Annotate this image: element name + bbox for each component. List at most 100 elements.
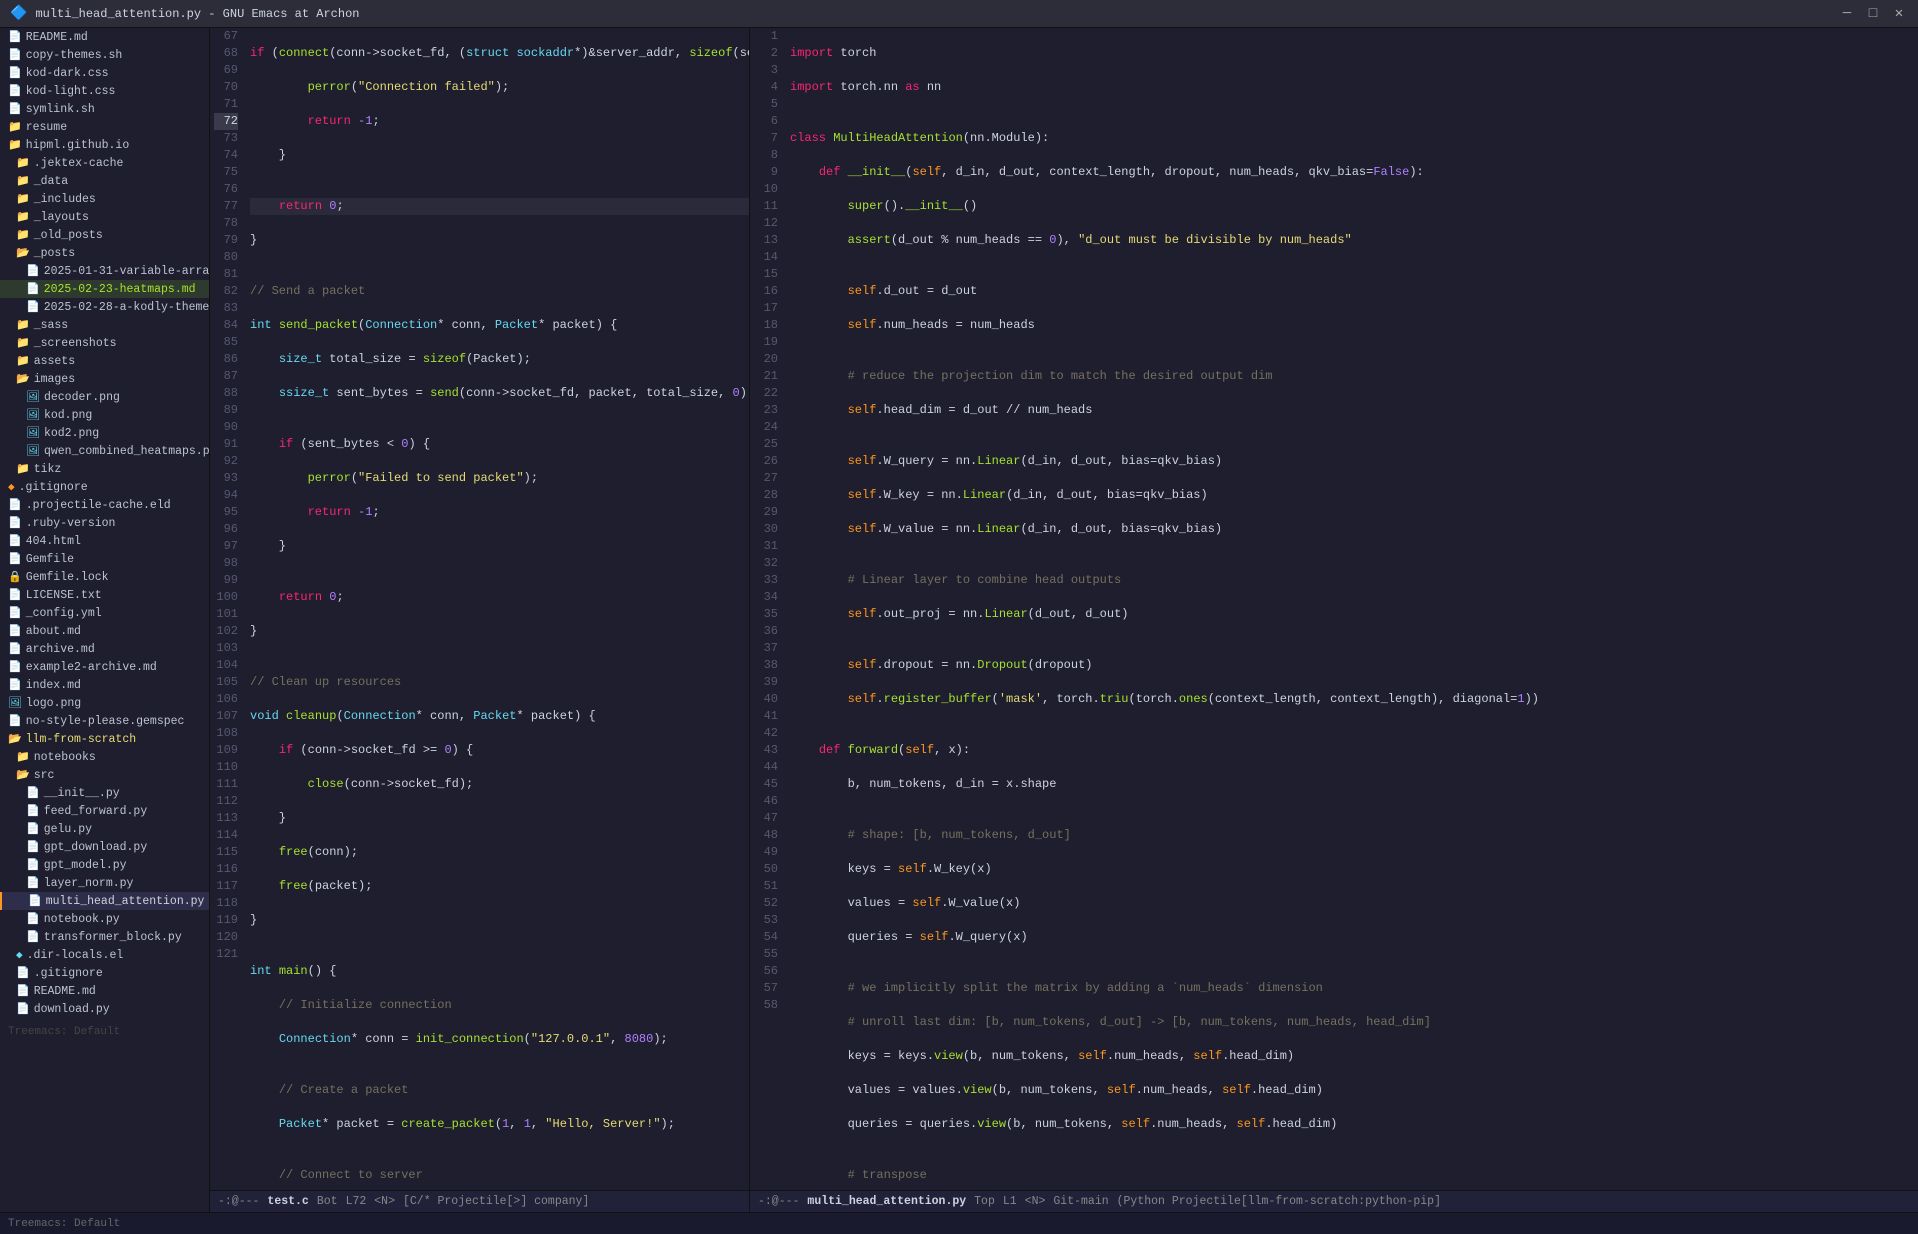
folder-icon: 📁 bbox=[8, 138, 22, 152]
maximize-button[interactable]: □ bbox=[1864, 5, 1882, 23]
file-icon: 📄 bbox=[26, 822, 40, 836]
file-icon: 📄 bbox=[16, 1002, 30, 1016]
sidebar-item-data[interactable]: 📁 _data bbox=[0, 172, 209, 190]
sidebar-item-about[interactable]: 📄 about.md bbox=[0, 622, 209, 640]
sidebar-item-posts[interactable]: 📂 _posts bbox=[0, 244, 209, 262]
left-pane[interactable]: 6768697071 72 73747576777879 80818283848… bbox=[210, 28, 750, 1212]
file-icon: 📄 bbox=[26, 300, 40, 314]
close-button[interactable]: ✕ bbox=[1890, 5, 1908, 23]
titlebar-left: 🔷 multi_head_attention.py - GNU Emacs at… bbox=[10, 5, 360, 22]
left-status-bot: Bot bbox=[317, 1195, 338, 1208]
sidebar-item-404[interactable]: 📄 404.html bbox=[0, 532, 209, 550]
minimize-button[interactable]: ─ bbox=[1838, 5, 1856, 23]
sidebar-item-readme-llm[interactable]: 📄 README.md bbox=[0, 982, 209, 1000]
sidebar-item-kodly[interactable]: 📄 2025-02-28-a-kodly-theme.m.. bbox=[0, 298, 209, 316]
sidebar-item-download-py[interactable]: 📄 download.py bbox=[0, 1000, 209, 1018]
sidebar-item-label: download.py bbox=[34, 1003, 110, 1016]
sidebar-item-label: about.md bbox=[26, 625, 81, 638]
sidebar-item-sass[interactable]: 📁 _sass bbox=[0, 316, 209, 334]
sidebar-item-label: copy-themes.sh bbox=[26, 49, 123, 62]
sidebar-item-config[interactable]: 📄 _config.yml bbox=[0, 604, 209, 622]
sidebar-item-gemfile[interactable]: 📄 Gemfile bbox=[0, 550, 209, 568]
file-icon: 📄 bbox=[8, 714, 22, 728]
sidebar-item-example2[interactable]: 📄 example2-archive.md bbox=[0, 658, 209, 676]
right-status-bar: -:@--- multi_head_attention.py Top L1 <N… bbox=[750, 1190, 1918, 1212]
main-area: 📄 README.md 📄 copy-themes.sh 📄 kod-dark.… bbox=[0, 28, 1918, 1212]
file-icon: 📄 bbox=[16, 984, 30, 998]
sidebar-item-label: feed_forward.py bbox=[44, 805, 148, 818]
sidebar-item-notebook-py[interactable]: 📄 notebook.py bbox=[0, 910, 209, 928]
sidebar-item-heatmaps[interactable]: 📄 2025-02-23-heatmaps.md bbox=[0, 280, 209, 298]
sidebar-item-old-posts[interactable]: 📁 _old_posts bbox=[0, 226, 209, 244]
sidebar-item-gemfile-lock[interactable]: 🔒 Gemfile.lock bbox=[0, 568, 209, 586]
left-code[interactable]: if (connect(conn->socket_fd, (struct soc… bbox=[246, 28, 749, 1190]
sidebar-item-multi-head-attention[interactable]: 📄 multi_head_attention.py bbox=[0, 892, 209, 910]
sidebar-item-gpt-model[interactable]: 📄 gpt_model.py bbox=[0, 856, 209, 874]
sidebar-item-gitignore2[interactable]: 📄 .gitignore bbox=[0, 964, 209, 982]
file-icon: 📄 bbox=[8, 606, 22, 620]
sidebar-item-notebooks[interactable]: 📁 notebooks bbox=[0, 748, 209, 766]
sidebar-item-projectile[interactable]: 📄 .projectile-cache.eld bbox=[0, 496, 209, 514]
sidebar-item-label: .projectile-cache.eld bbox=[26, 499, 171, 512]
sidebar-item-gitignore[interactable]: ◆ .gitignore bbox=[0, 478, 209, 496]
sidebar-item-label: resume bbox=[26, 121, 67, 134]
sidebar-item-jektex[interactable]: 📁 .jektex-cache bbox=[0, 154, 209, 172]
left-status-mode-type: [C/* Projectile[>] company] bbox=[403, 1195, 589, 1208]
sidebar-item-transformer-block[interactable]: 📄 transformer_block.py bbox=[0, 928, 209, 946]
sidebar-item-kod-png[interactable]: 🖼 kod.png bbox=[0, 406, 209, 424]
folder-icon: 📁 bbox=[16, 462, 30, 476]
right-editor[interactable]: 123456789 10111213141516171819 202122232… bbox=[750, 28, 1918, 1190]
sidebar-item-layer-norm[interactable]: 📄 layer_norm.py bbox=[0, 874, 209, 892]
sidebar-item-layouts[interactable]: 📁 _layouts bbox=[0, 208, 209, 226]
sidebar-item-no-style[interactable]: 📄 no-style-please.gemspec bbox=[0, 712, 209, 730]
folder-open-icon: 📂 bbox=[16, 372, 30, 386]
file-icon: 📄 bbox=[8, 552, 22, 566]
right-code[interactable]: import torch import torch.nn as nn class… bbox=[786, 28, 1918, 1190]
file-icon: 📄 bbox=[26, 930, 40, 944]
sidebar-item-readme[interactable]: 📄 README.md bbox=[0, 28, 209, 46]
sidebar-item-index[interactable]: 📄 index.md bbox=[0, 676, 209, 694]
sidebar-item-copy-themes[interactable]: 📄 copy-themes.sh bbox=[0, 46, 209, 64]
sidebar-item-src[interactable]: 📂 src bbox=[0, 766, 209, 784]
sidebar-item-resume[interactable]: 📁 resume bbox=[0, 118, 209, 136]
sidebar-item-decoder-png[interactable]: 🖼 decoder.png bbox=[0, 388, 209, 406]
sidebar-item-label: Gemfile.lock bbox=[26, 571, 109, 584]
sidebar-item-gpt-download[interactable]: 📄 gpt_download.py bbox=[0, 838, 209, 856]
sidebar-item-label: .ruby-version bbox=[26, 517, 116, 530]
left-editor[interactable]: 6768697071 72 73747576777879 80818283848… bbox=[210, 28, 749, 1190]
sidebar-item-logo[interactable]: 🖼 logo.png bbox=[0, 694, 209, 712]
sidebar-item-llm[interactable]: 📂 llm-from-scratch bbox=[0, 730, 209, 748]
sidebar-item-kod2-png[interactable]: 🖼 kod2.png bbox=[0, 424, 209, 442]
sidebar-item-gelu[interactable]: 📄 gelu.py bbox=[0, 820, 209, 838]
sidebar-item-symlink[interactable]: 📄 symlink.sh bbox=[0, 100, 209, 118]
sidebar-item-assets[interactable]: 📁 assets bbox=[0, 352, 209, 370]
folder-open-icon: 📂 bbox=[8, 732, 22, 746]
folder-icon: 📁 bbox=[16, 228, 30, 242]
sidebar-item-label: notebook.py bbox=[44, 913, 120, 926]
sidebar-item-kod-dark[interactable]: 📄 kod-dark.css bbox=[0, 64, 209, 82]
folder-icon: 📁 bbox=[16, 318, 30, 332]
bottom-status-bar: Treemacs: Default bbox=[0, 1212, 1918, 1234]
sidebar-item-images[interactable]: 📂 images bbox=[0, 370, 209, 388]
sidebar-item-dir-locals[interactable]: ◆ .dir-locals.el bbox=[0, 946, 209, 964]
right-pane[interactable]: 123456789 10111213141516171819 202122232… bbox=[750, 28, 1918, 1212]
titlebar-controls[interactable]: ─ □ ✕ bbox=[1838, 5, 1908, 23]
sidebar-item-license[interactable]: 📄 LICENSE.txt bbox=[0, 586, 209, 604]
sidebar[interactable]: 📄 README.md 📄 copy-themes.sh 📄 kod-dark.… bbox=[0, 28, 210, 1212]
sidebar-item-label: _includes bbox=[34, 193, 96, 206]
sidebar-item-archive[interactable]: 📄 archive.md bbox=[0, 640, 209, 658]
sidebar-item-screenshots[interactable]: 📁 _screenshots bbox=[0, 334, 209, 352]
sidebar-item-qwen-png[interactable]: 🖼 qwen_combined_heatmaps.png bbox=[0, 442, 209, 460]
sidebar-item-label: _layouts bbox=[34, 211, 89, 224]
sidebar-item-init-py[interactable]: 📄 __init__.py bbox=[0, 784, 209, 802]
sidebar-item-kod-light[interactable]: 📄 kod-light.css bbox=[0, 82, 209, 100]
sidebar-item-tikz[interactable]: 📁 tikz bbox=[0, 460, 209, 478]
sidebar-item-feed-forward[interactable]: 📄 feed_forward.py bbox=[0, 802, 209, 820]
file-icon: 📄 bbox=[8, 66, 22, 80]
sidebar-item-label: src bbox=[34, 769, 55, 782]
left-status-filename: test.c bbox=[267, 1195, 308, 1208]
sidebar-item-includes[interactable]: 📁 _includes bbox=[0, 190, 209, 208]
sidebar-item-var-arrays[interactable]: 📄 2025-01-31-variable-arrays.. bbox=[0, 262, 209, 280]
sidebar-item-hipml[interactable]: 📁 hipml.github.io bbox=[0, 136, 209, 154]
sidebar-item-ruby[interactable]: 📄 .ruby-version bbox=[0, 514, 209, 532]
